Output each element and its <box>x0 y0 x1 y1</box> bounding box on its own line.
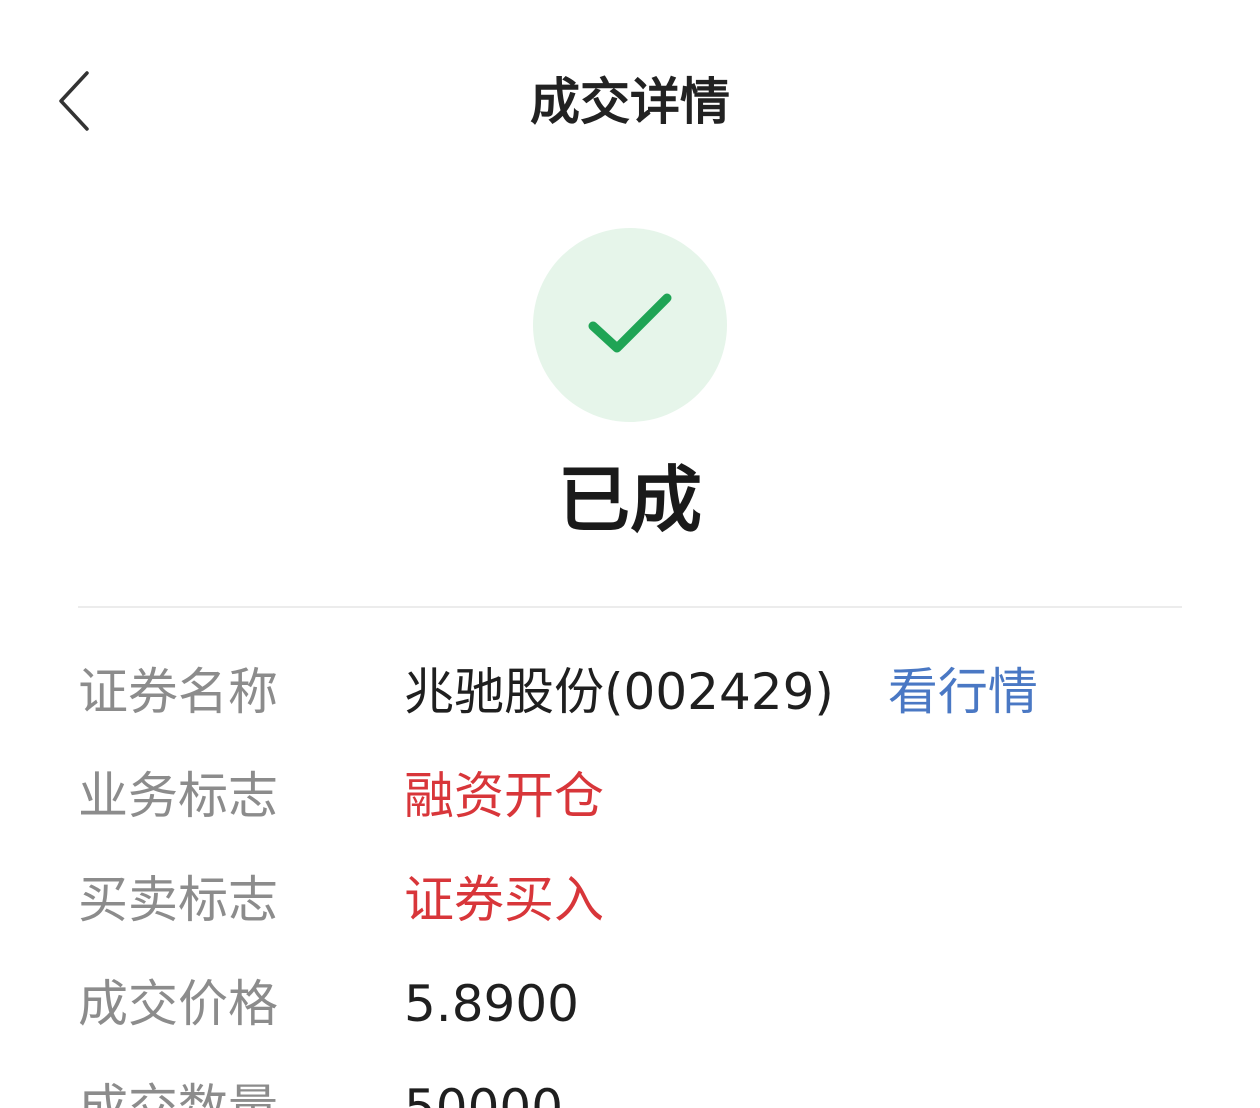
detail-row-business-flag: 业务标志 融资开仓 <box>78 744 1182 848</box>
trade-price-value: 5.8900 <box>404 975 579 1033</box>
security-name-value: 兆驰股份(002429) <box>404 663 834 721</box>
status-text: 已成 <box>557 458 702 542</box>
detail-list: 证券名称 兆驰股份(002429) 看行情 业务标志 融资开仓 买卖标志 证券买… <box>78 640 1182 1108</box>
trade-quantity-value: 50000 <box>404 1079 564 1108</box>
divider <box>78 606 1182 608</box>
business-flag-value: 融资开仓 <box>404 767 604 825</box>
status-success-badge <box>533 228 727 422</box>
detail-label: 成交价格 <box>78 975 278 1033</box>
view-quote-link[interactable]: 看行情 <box>888 662 1038 722</box>
detail-row-trade-price: 成交价格 5.8900 <box>78 952 1182 1056</box>
detail-row-trade-quantity: 成交数量 50000 <box>78 1056 1182 1108</box>
trade-direction-value: 证券买入 <box>404 871 604 929</box>
trade-detail-page: 成交详情 已成 证券名称 兆驰股份(002429) 看行情 业务标志 融资开仓 … <box>0 0 1260 1108</box>
detail-label: 证券名称 <box>78 663 278 721</box>
detail-label: 买卖标志 <box>78 871 278 929</box>
detail-label: 业务标志 <box>78 767 278 825</box>
detail-row-trade-direction: 买卖标志 证券买入 <box>78 848 1182 952</box>
detail-row-security-name: 证券名称 兆驰股份(002429) 看行情 <box>78 640 1182 744</box>
page-title: 成交详情 <box>530 73 730 131</box>
checkmark-icon <box>588 293 672 353</box>
detail-label: 成交数量 <box>78 1079 278 1108</box>
